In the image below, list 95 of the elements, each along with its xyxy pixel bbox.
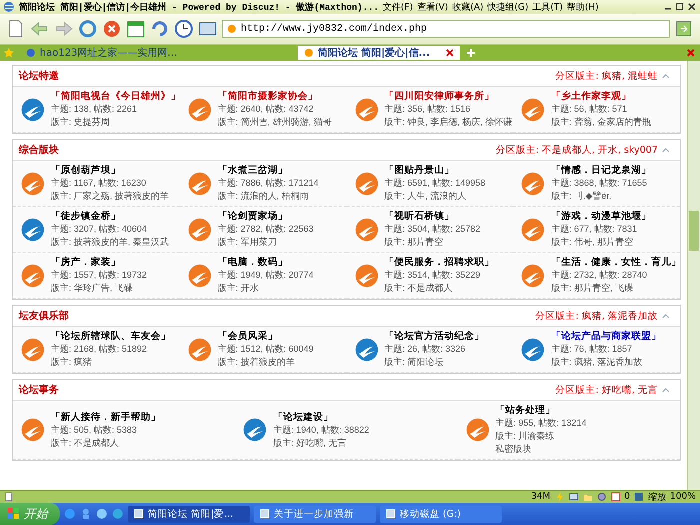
- section-title: 综合版块: [19, 144, 59, 157]
- section-title: 论坛事务: [19, 384, 59, 397]
- menu-item[interactable]: 收藏(A): [452, 0, 484, 14]
- forum-moderators: 版主: 川渝秦练: [496, 430, 556, 443]
- forum-stats: 主题: 955, 帖数: 13214: [496, 417, 587, 430]
- section-moderators: 分区版主: 疯猪, 落泥香加故: [536, 310, 658, 322]
- forum-moderators: 版主: 疯猪: [51, 356, 94, 369]
- section-moderators: 分区版主: 不是成都人, 开水, sky007: [496, 144, 658, 156]
- forum-stats: 主题: 1512, 帖数: 60049: [218, 343, 314, 356]
- forum-link[interactable]: 「论剑贾家场」: [218, 210, 314, 223]
- forum-stats: 主题: 3504, 帖数: 25782: [384, 223, 481, 236]
- forum-stats: 主题: 1940, 帖数: 38822: [273, 424, 370, 436]
- forum-stats: 主题: 7886, 帖数: 171214: [218, 177, 319, 190]
- forum-moderators: 版主: 那片青空: [384, 236, 445, 249]
- forum-link[interactable]: 「四川阳安律师事务所」: [384, 90, 512, 103]
- forum-link[interactable]: 「简阳市摄影家协会」: [218, 90, 332, 103]
- zoom-label: 缩放: [648, 492, 666, 504]
- forum-stats: 主题: 677, 帖数: 7831: [551, 223, 638, 236]
- forum-moderators: 版主: 流浪的人, 梧桐雨: [218, 190, 310, 203]
- forum-link[interactable]: 「新人接待．新手帮助」: [51, 410, 161, 424]
- forum-stats: 主题: 2168, 帖数: 51892: [51, 343, 148, 356]
- menu-item[interactable]: 帮助(H): [567, 0, 599, 14]
- forum-moderators: 版主: 简阳论坛: [384, 356, 445, 369]
- forum-moderators: 版主: 刂.◆譬ёr.: [551, 190, 613, 203]
- forum-link[interactable]: 「电脑．数码」: [218, 256, 314, 269]
- forum-moderators: 版主: 厂家之殇, 披著狼皮的羊: [51, 190, 170, 203]
- browser-tab[interactable]: hao123网址之家——实用网...: [20, 46, 292, 60]
- section-title: 论坛特邀: [19, 70, 59, 83]
- forum-stats: 主题: 2782, 帖数: 22563: [218, 223, 314, 236]
- taskbar-button[interactable]: 简阳论坛 简阳|爱...: [128, 506, 250, 522]
- forum-stats: 主题: 56, 帖数: 571: [551, 103, 628, 116]
- forum-link[interactable]: 「视听石桥镇」: [384, 210, 481, 223]
- memory-usage: 34M: [531, 492, 551, 502]
- forum-link[interactable]: 「生活．健康．女性．育儿」: [551, 256, 678, 269]
- forum-link[interactable]: 「游戏．动漫草池堰」: [551, 210, 652, 223]
- forum-stats: 主题: 1167, 帖数: 16230: [51, 177, 148, 190]
- forum-moderators: 版主: 开水: [218, 282, 260, 295]
- forum-link[interactable]: 「原创葫芦坝」: [51, 164, 170, 177]
- forum-note: 私密版块: [496, 443, 533, 456]
- address-field[interactable]: http://www.jy0832.com/index.php: [222, 20, 670, 38]
- forum-stats: 主题: 1557, 帖数: 19732: [51, 269, 148, 282]
- taskbar-button[interactable]: 关于进一步加强新: [254, 506, 376, 522]
- forum-link[interactable]: 「图贴丹景山」: [384, 164, 486, 177]
- forum-link[interactable]: 「情感．日记龙泉湖」: [551, 164, 652, 177]
- forum-moderators: 版主: 疯猪, 落泥香加故: [551, 356, 644, 369]
- forum-link[interactable]: 「论坛建设」: [273, 410, 370, 424]
- forum-stats: 主题: 3207, 帖数: 40604: [51, 223, 148, 236]
- menu-item[interactable]: 快捷组(G): [488, 0, 529, 14]
- forum-stats: 主题: 505, 帖数: 5383: [51, 424, 138, 436]
- section-moderators: 分区版主: 好吃嘴, 无言: [556, 384, 658, 396]
- forum-moderators: 版主: 那片青空, 飞碟: [551, 282, 634, 295]
- forum-moderators: 版主: 不是成都人: [384, 282, 454, 295]
- forum-moderators: 版主: 华玲广告, 飞碟: [51, 282, 134, 295]
- forum-stats: 主题: 3868, 帖数: 71655: [551, 177, 648, 190]
- section-title: 坛友俱乐部: [19, 310, 69, 323]
- zoom-level[interactable]: 100%: [670, 492, 696, 502]
- forum-link[interactable]: 「论坛所辖球队、车友会」: [51, 330, 171, 343]
- forum-stats: 主题: 356, 帖数: 1516: [384, 103, 472, 116]
- forum-stats: 主题: 26, 帖数: 3326: [384, 343, 467, 356]
- section-moderators: 分区版主: 疯猪, 混蛙蛙: [556, 70, 658, 82]
- forum-moderators: 版主: 史提芬周: [51, 116, 112, 129]
- blocked-count: 0: [624, 492, 630, 502]
- forum-moderators: 版主: 披著狼皮的羊, 秦皇汉武: [51, 236, 170, 249]
- forum-moderators: 版主: 人生, 流浪的人: [384, 190, 468, 203]
- forum-link[interactable]: 「站务处理」: [496, 404, 587, 417]
- forum-link[interactable]: 「乡土作家李观」: [551, 90, 652, 103]
- forum-moderators: 版主: 钟良, 李启德, 杨庆, 徐怀谦: [384, 116, 512, 129]
- forum-moderators: 版主: 军用菜刀: [218, 236, 278, 249]
- forum-moderators: 版主: 好吃嘴, 无言: [273, 436, 348, 450]
- window-title: 简阳论坛 简阳|爱心|信访|今日雄州 - Powered by Discuz! - 傲游(Maxthon)...: [19, 1, 380, 14]
- forum-stats: 主题: 6591, 帖数: 149958: [384, 177, 486, 190]
- forum-link[interactable]: 「水煮三岔湖」: [218, 164, 319, 177]
- forum-link[interactable]: 「论坛官方活动纪念」: [384, 330, 484, 343]
- forum-link[interactable]: 「简阳电视台《今日雄州》」: [51, 90, 178, 103]
- menu-item[interactable]: 文件(F): [383, 0, 414, 14]
- forum-link[interactable]: 「徒步镇金桥」: [51, 210, 170, 223]
- forum-link[interactable]: 「论坛产品与商家联盟」: [551, 330, 662, 343]
- forum-moderators: 版主: 简州雪, 雄州骑游, 猫哥: [218, 116, 332, 129]
- forum-stats: 主题: 76, 帖数: 1857: [551, 343, 634, 356]
- browser-tab[interactable]: 简阳论坛 简阳|爱心|信...: [298, 46, 460, 60]
- menu-item[interactable]: 工具(T): [532, 0, 564, 14]
- forum-link[interactable]: 「会员风采」: [218, 330, 314, 343]
- menu-item[interactable]: 查看(V): [417, 0, 448, 14]
- forum-moderators: 版主: 聋翁, 金家店的青瓶: [551, 116, 652, 129]
- forum-stats: 主题: 2640, 帖数: 43742: [218, 103, 315, 116]
- forum-stats: 主题: 2732, 帖数: 28740: [551, 269, 648, 282]
- forum-link[interactable]: 「便民服务．招聘求职」: [384, 256, 494, 269]
- forum-stats: 主题: 1949, 帖数: 20774: [218, 269, 314, 282]
- forum-stats: 主题: 3514, 帖数: 35229: [384, 269, 482, 282]
- forum-moderators: 版主: 伟哥, 那片青空: [551, 236, 634, 249]
- forum-link[interactable]: 「房产．家装」: [51, 256, 148, 269]
- taskbar-button[interactable]: 移动磁盘 (G:): [380, 506, 502, 522]
- forum-moderators: 版主: 不是成都人: [51, 436, 120, 450]
- forum-stats: 主题: 138, 帖数: 2261: [51, 103, 138, 116]
- forum-moderators: 版主: 披着狼皮的羊: [218, 356, 296, 369]
